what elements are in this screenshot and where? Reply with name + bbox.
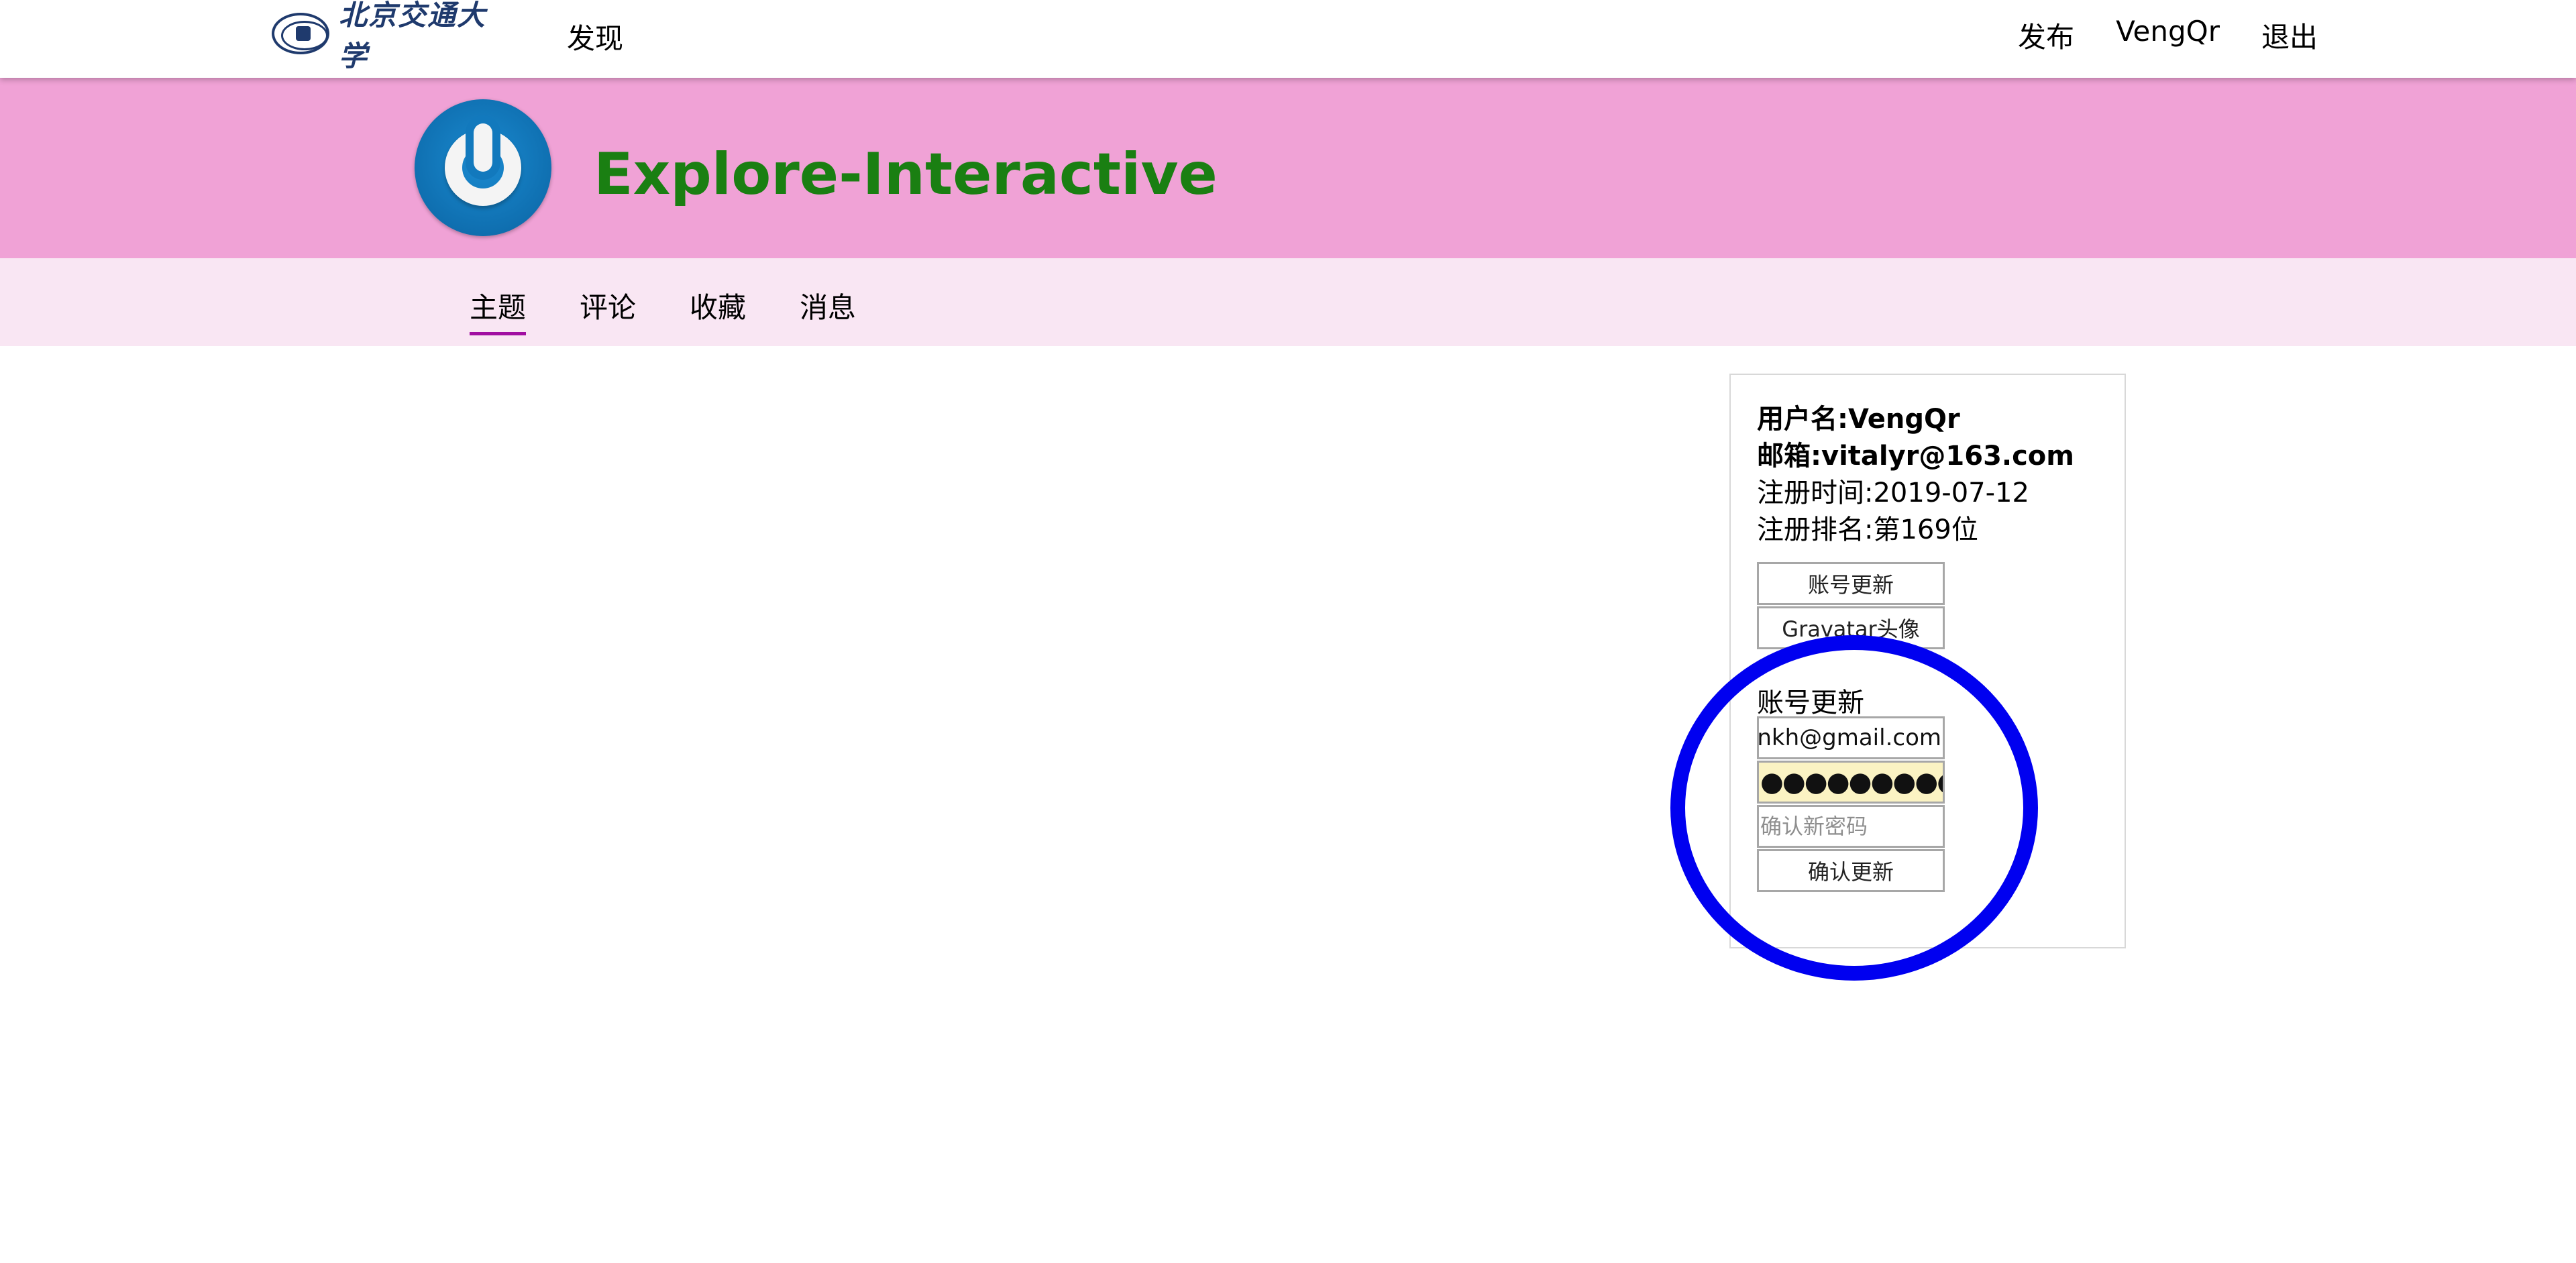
profile-info: 用户名:VengQr 邮箱:vitalyr@163.com 注册时间:2019-… (1757, 401, 2074, 549)
profile-rank: 注册排名:第169位 (1757, 514, 1978, 545)
new-password-field[interactable]: ●●●●●●●●●●● (1757, 761, 1945, 804)
avatar-stem (474, 123, 492, 172)
confirm-update-button[interactable]: 确认更新 (1757, 849, 1945, 892)
top-navbar: 北京交通大学 发现 发布 VengQr 退出 (0, 0, 2576, 78)
account-update-button[interactable]: 账号更新 (1757, 562, 1945, 605)
nav-right-links: 发布 VengQr 退出 (2018, 15, 2318, 56)
account-update-section-title: 账号更新 (1757, 688, 1864, 718)
password-field-value: ●●●●●●●●●●● (1760, 767, 1943, 798)
tab-comments[interactable]: 评论 (580, 285, 636, 335)
nav-user-link[interactable]: VengQr (2116, 15, 2220, 56)
page-title: Explore-Interactive (594, 141, 1218, 208)
nav-discover-link[interactable]: 发现 (567, 16, 623, 57)
email-field-value: EmbraceAnkh@gmail.com (1757, 724, 1941, 751)
tab-favorites[interactable]: 收藏 (690, 285, 746, 335)
confirm-password-field[interactable]: 确认新密码 (1757, 805, 1945, 848)
nav-logout-link[interactable]: 退出 (2261, 15, 2318, 56)
confirm-password-placeholder: 确认新密码 (1760, 814, 1868, 839)
tab-messages[interactable]: 消息 (800, 285, 856, 335)
profile-email: 邮箱:vitalyr@163.com (1757, 441, 2074, 472)
email-field[interactable]: EmbraceAnkh@gmail.com (1757, 716, 1945, 759)
gravatar-button[interactable]: Gravatar头像 (1757, 606, 1945, 649)
logo-text: 北京交通大学 (338, 0, 486, 72)
university-seal-icon (272, 13, 329, 54)
profile-banner (0, 78, 2576, 258)
tabs-bar (0, 258, 2576, 346)
profile-username: 用户名:VengQr (1757, 404, 1960, 435)
university-logo[interactable]: 北京交通大学 (272, 0, 503, 72)
tab-topics[interactable]: 主题 (470, 285, 527, 335)
profile-tabs: 主题 评论 收藏 消息 (470, 285, 856, 335)
profile-registered-date: 注册时间:2019-07-12 (1757, 478, 2029, 508)
nav-publish-link[interactable]: 发布 (2018, 15, 2074, 56)
gravatar-power-icon (415, 99, 551, 236)
